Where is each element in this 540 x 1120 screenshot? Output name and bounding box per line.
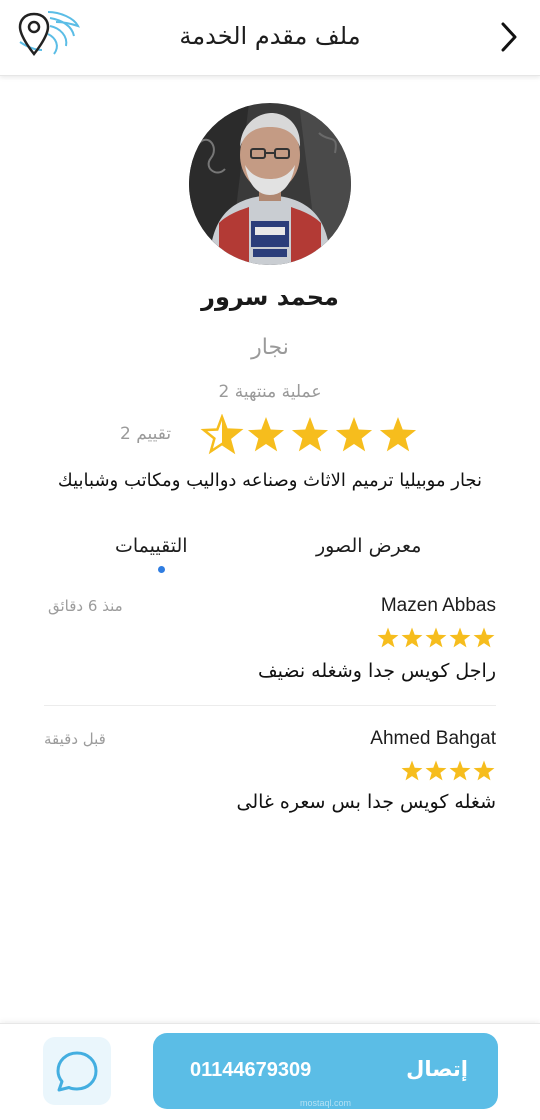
review-item: Mazen Abbas منذ 6 دقائق راجل كويس جدا وش…: [44, 593, 496, 706]
review-item: Ahmed Bahgat قبل دقيقة شغله كويس جدا بس …: [44, 726, 496, 836]
rating-star-icon: [200, 414, 244, 455]
rating-star-icon: [247, 417, 285, 452]
active-tab-indicator: [158, 566, 165, 573]
provider-name: محمد سرور: [201, 283, 339, 311]
chat-button[interactable]: [43, 1037, 111, 1105]
review-star-icon: [425, 627, 447, 648]
review-star-icon: [473, 627, 495, 648]
avatar: [189, 103, 351, 265]
rating-star-icon: [291, 417, 329, 452]
review-time: قبل دقيقة: [44, 730, 106, 748]
reviewer-name: Ahmed Bahgat: [370, 728, 496, 749]
rating-stars: [200, 414, 417, 455]
rating-count: 2 تقييم: [120, 424, 172, 444]
reviewer-name: Mazen Abbas: [380, 595, 496, 616]
review-stars: [377, 627, 495, 648]
phone-number: 01144679309: [190, 1059, 312, 1081]
rating-star-icon: [335, 417, 373, 452]
review-star-icon: [377, 627, 399, 648]
review-star-icon: [449, 627, 471, 648]
call-button[interactable]: إتصال 01144679309 mostaql.com: [153, 1033, 498, 1109]
back-button[interactable]: [496, 20, 522, 54]
completed-jobs-count: 2 عملية منتهية: [218, 382, 322, 402]
review-text: شغله كويس جدا بس سعره غالى: [236, 791, 496, 813]
review-time: منذ 6 دقائق: [48, 597, 123, 615]
page-title: ملف مقدم الخدمة: [179, 22, 361, 50]
tab-gallery[interactable]: معرض الصور: [316, 535, 421, 557]
call-button-label: إتصال: [406, 1057, 468, 1081]
review-star-icon: [401, 760, 423, 781]
chat-bubble-icon: [56, 1051, 98, 1092]
review-star-icon: [449, 760, 471, 781]
app-header: ملف مقدم الخدمة: [0, 0, 540, 76]
watermark: mostaql.com: [299, 1098, 352, 1108]
review-text: راجل كويس جدا وشغله نضيف: [257, 660, 496, 682]
provider-bio: نجار موبيليا ترميم الاثاث وصناعه دواليب …: [57, 470, 483, 491]
tab-reviews[interactable]: التقييمات: [115, 535, 188, 557]
provider-profession: نجار: [251, 335, 289, 360]
rating-summary: 2 تقييم: [120, 414, 420, 458]
review-star-icon: [473, 760, 495, 781]
review-star-icon: [401, 627, 423, 648]
rating-star-icon: [379, 417, 417, 452]
review-stars: [401, 760, 495, 781]
chevron-right-icon: [501, 22, 517, 52]
review-star-icon: [425, 760, 447, 781]
